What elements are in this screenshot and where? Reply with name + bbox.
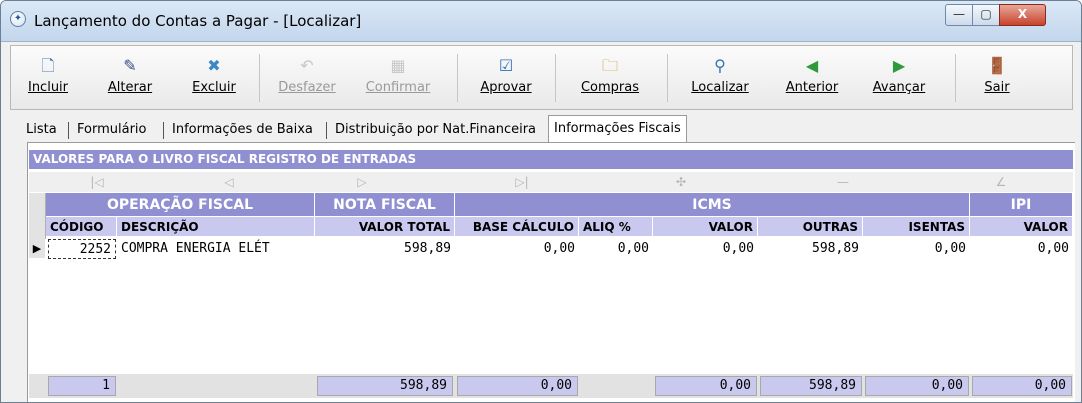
group-header-icms: ICMS [455, 193, 970, 217]
undo-label: Desfazer [278, 80, 336, 95]
total-icms-valor: 0,00 [655, 376, 757, 396]
record-navigator: |◁ ◁ ▷ ▷| ✣ — ∠ [29, 172, 1073, 192]
group-header-operacao-fiscal: OPERAÇÃO FISCAL [46, 193, 315, 217]
app-icon: ✦ [10, 11, 26, 27]
toolbar-separator [259, 54, 260, 102]
table-cell-valor-total[interactable]: 598,89 [315, 239, 455, 259]
delete-label: Excluir [192, 80, 236, 95]
table-cell-ipi-valor[interactable]: 0,00 [970, 239, 1073, 259]
exit-label: Sair [984, 80, 1010, 95]
toolbar: 🗋 Incluir ✎ Alterar ✖ Excluir ↶ Desfazer… [10, 45, 1073, 110]
edit-button[interactable]: ✎ Alterar [95, 46, 165, 109]
toolbar-separator [667, 54, 668, 102]
minimize-button[interactable]: — [945, 4, 973, 26]
group-header-nota-fiscal: NOTA FISCAL [315, 193, 455, 217]
main-window: ✦ Lançamento do Contas a Pagar - [Locali… [0, 0, 1082, 403]
toolbar-separator [457, 54, 458, 102]
window-title: Lançamento do Contas a Pagar - [Localiza… [34, 12, 362, 30]
confirm-button[interactable]: ▦ Confirmar [355, 46, 441, 109]
first-record-icon[interactable]: |◁ [82, 172, 112, 192]
total-outras: 598,89 [760, 376, 862, 396]
arrow-left-icon: ◀ [805, 56, 819, 75]
group-header-ipi: IPI [970, 193, 1073, 217]
tab-separator [326, 122, 327, 139]
tab-informacoes-de-baixa[interactable]: Informações de Baixa [167, 119, 318, 141]
confirm-icon: ▦ [390, 56, 406, 75]
column-header-icms-valor[interactable]: VALOR [653, 217, 758, 237]
total-base-calculo: 0,00 [457, 376, 578, 396]
edit-label: Alterar [107, 80, 153, 95]
total-isentas: 0,00 [865, 376, 969, 396]
tab-separator [68, 122, 69, 139]
column-header-ipi-valor[interactable]: VALOR [970, 217, 1073, 237]
exit-button[interactable]: 🚪 Sair [967, 46, 1027, 109]
approve-button[interactable]: ☑ Aprovar [469, 46, 543, 109]
toolbar-separator [955, 54, 956, 102]
tab-lista[interactable]: Lista [21, 119, 62, 141]
table-cell-base-calculo[interactable]: 0,00 [455, 239, 579, 259]
total-ipi-valor: 0,00 [972, 376, 1072, 396]
column-header-valor-total[interactable]: VALOR TOTAL [315, 217, 455, 237]
table-cell-icms-valor[interactable]: 0,00 [653, 239, 758, 259]
delete-button[interactable]: ✖ Excluir [179, 46, 249, 109]
next-label: Avançar [872, 80, 926, 95]
table-cell-outras[interactable]: 598,89 [758, 239, 863, 259]
section-title: VALORES PARA O LIVRO FISCAL REGISTRO DE … [29, 150, 1073, 169]
fiscal-info-panel: VALORES PARA O LIVRO FISCAL REGISTRO DE … [27, 142, 1075, 402]
column-header-base-calculo[interactable]: BASE CÁLCULO [455, 217, 579, 237]
exit-door-icon: 🚪 [987, 56, 1007, 75]
title-bar: ✦ Lançamento do Contas a Pagar - [Locali… [1, 1, 1081, 42]
table-cell-isentas[interactable]: 0,00 [863, 239, 970, 259]
table-cell-descricao[interactable]: COMPRA ENERGIA ELÉT [117, 239, 315, 259]
next-button[interactable]: ▶ Avançar [859, 46, 939, 109]
approve-label: Aprovar [480, 80, 532, 95]
last-record-icon[interactable]: ▷| [507, 172, 537, 192]
arrow-right-icon: ▶ [892, 56, 906, 75]
total-count: 1 [48, 376, 116, 396]
toolbar-separator [555, 54, 556, 102]
approve-icon: ☑ [498, 56, 514, 75]
delete-record-icon[interactable]: — [828, 172, 858, 192]
tab-informacoes-fiscais[interactable]: Informações Fiscais [548, 115, 687, 144]
table-cell-codigo[interactable]: 2252 [48, 239, 116, 259]
tab-separator [163, 122, 164, 139]
insert-record-icon[interactable]: ✣ [666, 172, 696, 192]
include-button[interactable]: 🗋 Incluir [15, 46, 81, 109]
tab-formulario[interactable]: Formulário [72, 119, 151, 141]
edit-icon: ✎ [123, 56, 137, 75]
tab-distribuicao[interactable]: Distribuição por Nat.Financeira [330, 119, 541, 141]
include-label: Incluir [27, 80, 69, 95]
delete-icon: ✖ [207, 56, 221, 75]
table-cell-aliq[interactable]: 0,00 [579, 239, 653, 259]
column-header-descricao[interactable]: DESCRIÇÃO [117, 217, 315, 237]
undo-button[interactable]: ↶ Desfazer [269, 46, 345, 109]
search-label: Localizar [691, 80, 749, 95]
purchases-label: Compras [580, 80, 640, 95]
undo-icon: ↶ [300, 56, 314, 75]
row-pointer-icon: ▶ [29, 239, 46, 259]
previous-button[interactable]: ◀ Anterior [775, 46, 849, 109]
column-header-codigo[interactable]: CÓDIGO [46, 217, 117, 237]
next-record-icon[interactable]: ▷ [347, 172, 377, 192]
previous-label: Anterior [785, 80, 839, 95]
total-descricao-empty [117, 376, 313, 396]
purchases-button[interactable]: 🗀 Compras [565, 46, 655, 109]
new-document-icon: 🗋 [41, 56, 55, 75]
column-header-outras[interactable]: OUTRAS [758, 217, 863, 237]
confirm-label: Confirmar [365, 80, 431, 95]
close-button[interactable]: X [999, 4, 1046, 26]
column-header-isentas[interactable]: ISENTAS [863, 217, 970, 237]
search-button[interactable]: ⚲ Localizar [677, 46, 763, 109]
column-header-aliq[interactable]: ALIQ % [579, 217, 653, 237]
purchases-icon: 🗀 [601, 56, 618, 75]
search-icon: ⚲ [714, 56, 726, 75]
edit-record-icon[interactable]: ∠ [986, 172, 1016, 192]
total-valor-total: 598,89 [317, 376, 453, 396]
prior-record-icon[interactable]: ◁ [214, 172, 244, 192]
maximize-button[interactable]: ▢ [972, 4, 1000, 26]
totals-row: 1 598,89 0,00 0,00 598,89 0,00 0,00 [29, 374, 1073, 398]
